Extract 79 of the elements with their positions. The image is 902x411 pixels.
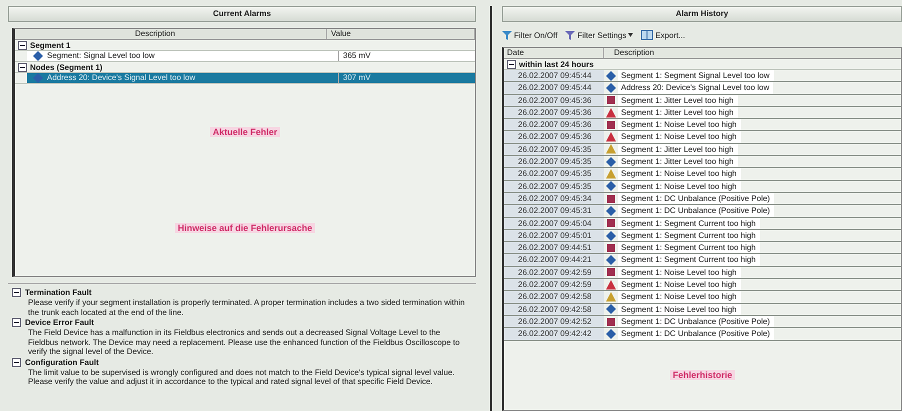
table-cell: Address 20: Device's Signal Level too low	[618, 82, 774, 94]
annotation-label: Fehlerhistorie	[670, 370, 736, 380]
collapse-icon[interactable]	[18, 62, 27, 72]
column-header[interactable]: Description	[604, 48, 901, 58]
hint-title: Configuration Fault	[25, 358, 99, 366]
annotation-label: Hinweise auf die Fehlerursache	[174, 223, 316, 233]
hint-title: Termination Fault	[25, 288, 92, 297]
table-cell: Segment 1: DC Unbalance (Positive Pole)	[618, 316, 774, 328]
table-cell: 307 mV	[339, 73, 475, 83]
table-cell: 26.02.2007 09:42:42	[504, 328, 604, 340]
table-cell: Segment 1: DC Unbalance (Positive Pole)	[618, 192, 774, 204]
collapse-icon[interactable]	[507, 60, 516, 68]
table-cell: Segment 1: Noise Level too high	[618, 279, 741, 290]
hint-text: Please verify if your segment installation is properly terminated. A proper termination includes a two sided termination within the trunk each located at the end of the line.	[27, 298, 466, 317]
table-cell: 26.02.2007 09:45:35	[504, 168, 604, 180]
collapse-icon[interactable]	[12, 318, 21, 327]
table-icon	[641, 30, 654, 40]
annotation-label: Aktuelle Fehler	[210, 127, 280, 137]
toolbar-button[interactable]: Filter On/Off	[502, 30, 558, 40]
toolbar-button[interactable]: Filter Settings	[565, 30, 634, 40]
table-cell: Segment 1: DC Unbalance (Positive Pole)	[618, 328, 774, 340]
table-cell: Segment 1: Segment Current too high	[618, 218, 760, 229]
group-label[interactable]: Nodes (Segment 1)	[30, 62, 102, 72]
hint-text: The limit value to be supervised is wrongly configured and does not match to the Field Device's typical signal level value. Please verify the value and adjust it in accordance to the typical and rated signal level of that specific Field Device.	[27, 368, 456, 386]
table-cell: Segment 1: Segment Current too high	[618, 230, 760, 242]
hint-text: The Field Device has a malfunction in its Fieldbus electronics and sends out a decreased Signal Voltage Level to the Fieldbus network. The Device may need a replacement. Please use the enhanced function of the Fieldbus Oscilloscope to verify the signal level of the Device.	[27, 328, 461, 356]
table-cell: Segment 1: Jitter Level too high	[618, 94, 738, 106]
group-label[interactable]: within last 24 hours	[519, 60, 594, 68]
filter-icon	[502, 30, 512, 40]
table-cell: 26.02.2007 09:45:01	[504, 230, 604, 242]
table-cell: Segment 1: Noise Level too high	[618, 131, 741, 143]
table-cell: 26.02.2007 09:42:58	[504, 304, 604, 315]
table-cell: 26.02.2007 09:45:31	[504, 205, 604, 217]
toolbar-button[interactable]: Export...	[641, 30, 686, 40]
table-cell: Segment 1: Segment Signal Level too low	[618, 70, 774, 82]
table-cell: 26.02.2007 09:45:35	[504, 180, 604, 192]
table-cell: 26.02.2007 09:45:36	[504, 131, 604, 143]
table-cell: 26.02.2007 09:42:58	[504, 291, 604, 303]
table-cell: Segment 1: Jitter Level too high	[618, 156, 738, 168]
table-cell: Segment 1: Noise Level too high	[618, 119, 741, 130]
table-cell: 26.02.2007 09:42:59	[504, 266, 604, 278]
table-cell: 365 mV	[339, 51, 475, 61]
table-cell: 26.02.2007 09:45:04	[504, 218, 604, 229]
group-label[interactable]: Segment 1	[30, 40, 70, 50]
table-cell: 26.02.2007 09:44:51	[504, 242, 604, 254]
table-cell: 26.02.2007 09:45:36	[504, 106, 604, 118]
table-cell: Segment 1: Noise Level too high	[618, 168, 741, 180]
table-cell: 26.02.2007 09:42:52	[504, 316, 604, 328]
table-cell: Segment 1: Jitter Level too high	[618, 144, 738, 156]
column-header[interactable]: Value	[327, 29, 475, 39]
table-cell: 26.02.2007 09:45:36	[504, 119, 604, 130]
filter-icon	[565, 30, 576, 40]
collapse-icon[interactable]	[18, 40, 27, 50]
hint-title: Device Error Fault	[25, 318, 94, 327]
table-cell: 26.02.2007 09:44:21	[504, 254, 604, 266]
table-cell: Address 20: Device's Signal Level too low	[47, 73, 196, 83]
table-cell: Segment 1: Segment Current too high	[618, 254, 760, 266]
table-cell: Segment 1: Noise Level too high	[618, 291, 741, 303]
table-cell: 26.02.2007 09:45:35	[504, 144, 604, 156]
collapse-icon[interactable]	[12, 288, 21, 297]
table-cell: 26.02.2007 09:45:35	[504, 156, 604, 168]
panel-title: Alarm History	[502, 6, 902, 22]
caret-icon	[628, 33, 634, 37]
table-cell: 26.02.2007 09:45:44	[504, 70, 604, 82]
panel-title: Current Alarms	[8, 6, 476, 22]
table-cell: 26.02.2007 09:45:44	[504, 82, 604, 94]
table-cell: 26.02.2007 09:45:34	[504, 192, 604, 204]
table-cell: Segment 1: Noise Level too high	[618, 180, 741, 192]
table-cell: Segment: Signal Level too low	[47, 51, 155, 61]
column-header[interactable]: Date	[504, 48, 604, 58]
table-cell: Segment 1: DC Unbalance (Positive Pole)	[618, 205, 774, 217]
table-cell: Segment 1: Noise Level too high	[618, 304, 741, 315]
table-cell: 26.02.2007 09:42:59	[504, 279, 604, 290]
table-cell: 26.02.2007 09:45:36	[504, 94, 604, 106]
table-cell: Segment 1: Jitter Level too high	[618, 106, 738, 118]
table-cell: Segment 1: Segment Current too high	[618, 242, 760, 254]
column-header[interactable]: Description	[15, 29, 327, 39]
collapse-icon[interactable]	[12, 358, 21, 366]
table-cell: Segment 1: Noise Level too high	[618, 266, 741, 278]
